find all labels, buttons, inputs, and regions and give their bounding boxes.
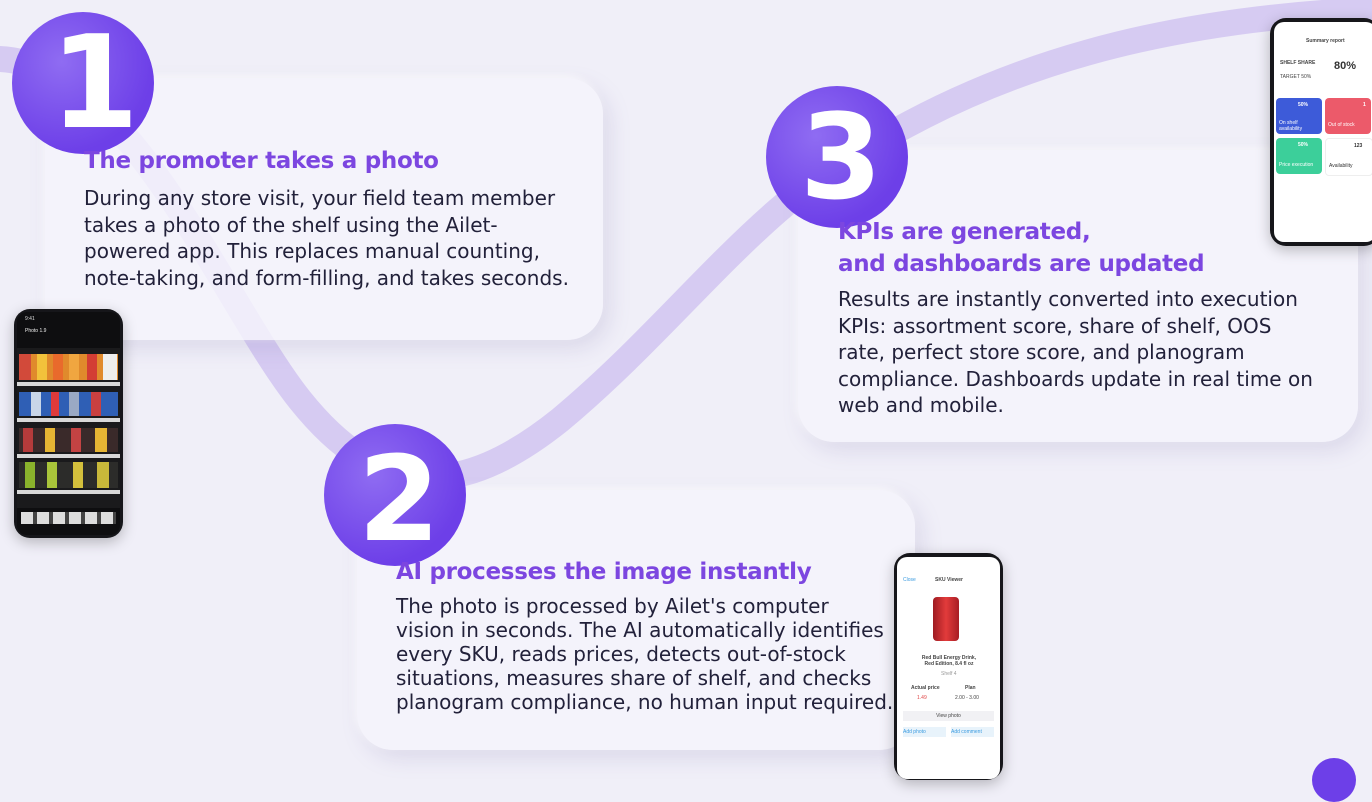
- tile-1[interactable]: 50% On shelf availability: [1276, 98, 1322, 134]
- step-2-text-line: The photo is processed by Ailet's comput…: [396, 594, 829, 618]
- step-1-text-line: note-taking, and form-filling, and takes…: [84, 265, 569, 290]
- step-3-text-line: Results are instantly converted into exe…: [838, 287, 1298, 311]
- step-2-text: The photo is processed by Ailet's comput…: [396, 594, 893, 714]
- tile-4-label: Availability: [1329, 163, 1353, 169]
- step-1-text-line: During any store visit, your field team …: [84, 186, 556, 210]
- shelf-share-value: 80%: [1334, 60, 1357, 72]
- step-3-text-line: web and mobile.: [838, 393, 1004, 417]
- photo-title: Photo 1.9: [25, 328, 47, 334]
- tile-2-label: Out of stock: [1328, 122, 1355, 128]
- sku-phone-mockup: Close SKU Viewer Red Bull Energy Drink, …: [894, 553, 1003, 780]
- step-1-text-line: takes a photo of the shelf using the Ail…: [84, 212, 498, 237]
- step-3-title-line: KPIs are generated,: [838, 219, 1091, 245]
- camera-screen: 9:41 Photo 1.9: [17, 312, 120, 535]
- shelf-label: Shelf 4: [941, 671, 957, 677]
- step-3-number: 3: [800, 88, 883, 226]
- step-2-text-line: planogram compliance, no human input req…: [396, 690, 894, 714]
- view-photo-button[interactable]: View photo: [903, 711, 994, 721]
- sku-viewer-title: SKU Viewer: [935, 577, 963, 583]
- tile-4-value: 123: [1354, 143, 1363, 149]
- tile-3-value: 50%: [1298, 142, 1309, 148]
- step-2-text-line: every SKU, reads prices, detects out-of-…: [396, 642, 846, 666]
- step-3-text-line: compliance. Dashboards update in real ti…: [838, 366, 1313, 391]
- tile-4[interactable]: 123 Availability: [1325, 138, 1372, 176]
- step-1-title: The promoter takes a photo: [84, 148, 439, 174]
- step-2-text-line: vision in seconds. The AI automatically …: [396, 618, 884, 642]
- product-name: Red Bull Energy Drink, Red Edition, 8.4 …: [921, 655, 977, 667]
- step-2-title: AI processes the image instantly: [396, 559, 812, 585]
- report-phone-mockup: Summary report SHELF SHARE 80% TARGET 50…: [1270, 18, 1372, 246]
- tile-1-label: On shelf availability: [1279, 120, 1303, 132]
- step-2-text-line: situations, measures share of shelf, and…: [396, 666, 872, 690]
- shelf-photo: [17, 348, 120, 508]
- corner-decoration: [1312, 758, 1356, 802]
- report-screen: Summary report SHELF SHARE 80% TARGET 50…: [1274, 22, 1372, 242]
- step-3-title-line: and dashboards are updated: [838, 251, 1205, 277]
- step-3-text-line: rate, perfect store score, and planogram: [838, 340, 1245, 364]
- tile-2[interactable]: 1 Out of stock: [1325, 98, 1371, 134]
- add-photo-button[interactable]: Add photo: [903, 727, 946, 737]
- tile-3-label: Price execution: [1279, 162, 1314, 168]
- step-3-title: KPIs are generated, and dashboards are u…: [838, 216, 1205, 280]
- step-1-number: 1: [50, 9, 140, 158]
- actual-price-label: Actual price: [911, 685, 940, 691]
- status-time: 9:41: [25, 316, 35, 322]
- target-label: TARGET 50%: [1280, 74, 1312, 80]
- sku-screen: Close SKU Viewer Red Bull Energy Drink, …: [897, 557, 1000, 779]
- close-link[interactable]: Close: [903, 577, 916, 583]
- tile-2-value: 1: [1363, 102, 1366, 108]
- tile-1-value: 50%: [1298, 102, 1309, 108]
- add-comment-button[interactable]: Add comment: [951, 727, 994, 737]
- step-1-text: During any store visit, your field team …: [84, 185, 569, 291]
- actual-price: 1.49: [917, 695, 927, 701]
- plan-label: Plan: [965, 685, 976, 691]
- tile-3[interactable]: 50% Price execution: [1276, 138, 1322, 174]
- step-1-text-line: powered app. This replaces manual counti…: [84, 239, 540, 263]
- product-image: [933, 597, 959, 641]
- thumbnail-strip[interactable]: [21, 512, 116, 524]
- step-2-number: 2: [358, 430, 441, 568]
- plan-value: 2.00 - 3.00: [955, 695, 979, 701]
- step-3-text-line: KPIs: assortment score, share of shelf, …: [838, 313, 1272, 338]
- report-title: Summary report: [1306, 38, 1345, 44]
- shelf-share-label: SHELF SHARE: [1280, 60, 1316, 66]
- camera-phone-mockup: 9:41 Photo 1.9: [14, 309, 123, 538]
- step-3-text: Results are instantly converted into exe…: [838, 286, 1313, 419]
